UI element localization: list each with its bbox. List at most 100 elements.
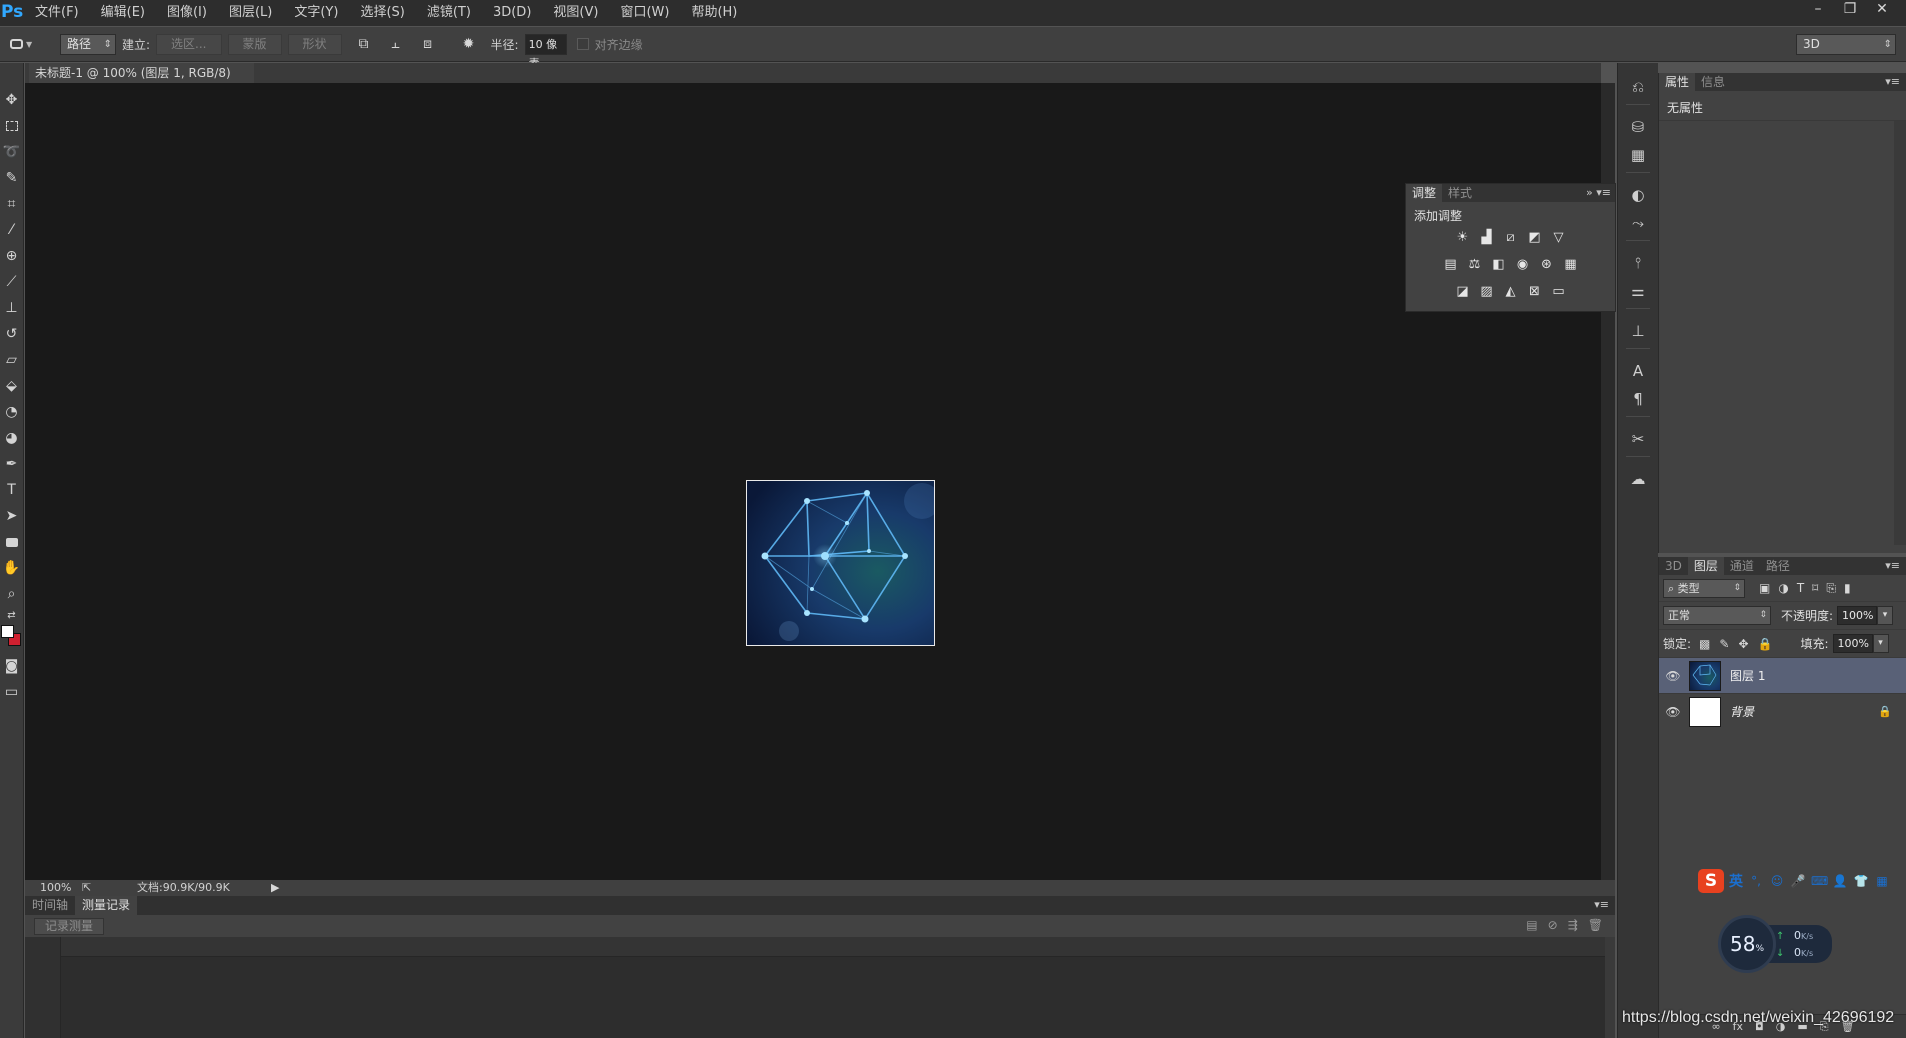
layer-name[interactable]: 图层 1 bbox=[1730, 667, 1765, 684]
styles-panel-icon[interactable]: ⤳ bbox=[1618, 209, 1658, 237]
levels-icon[interactable]: ▟ bbox=[1479, 230, 1495, 245]
trash-icon[interactable]: 🗑 bbox=[1588, 918, 1603, 932]
workspace-select[interactable]: 3D bbox=[1796, 34, 1896, 55]
tab-timeline[interactable]: 时间轴 bbox=[25, 896, 75, 915]
microphone-icon[interactable]: 🎤 bbox=[1790, 873, 1806, 889]
tab-properties[interactable]: 属性 bbox=[1659, 73, 1696, 91]
path-arrangement-icon[interactable]: ⧈ bbox=[417, 33, 439, 55]
tab-3d[interactable]: 3D bbox=[1659, 557, 1688, 575]
clone-stamp-tool-icon[interactable]: ⊥ bbox=[0, 295, 23, 321]
path-alignment-icon[interactable]: ⫠ bbox=[385, 33, 407, 55]
type-tool-icon[interactable]: T bbox=[0, 477, 23, 503]
quick-mask-icon[interactable]: ◙ bbox=[0, 653, 23, 679]
document-canvas[interactable] bbox=[746, 480, 935, 646]
foreground-color-swatch[interactable] bbox=[1, 625, 14, 638]
color-balance-icon[interactable]: ⚖ bbox=[1467, 257, 1483, 272]
history-brush-tool-icon[interactable]: ↺ bbox=[0, 321, 23, 347]
brightness-contrast-icon[interactable]: ☀ bbox=[1455, 230, 1471, 245]
layer-row-background[interactable]: 👁 背景 🔒 bbox=[1659, 693, 1906, 729]
tool-preset-picker[interactable]: ▼ bbox=[10, 39, 44, 49]
tab-paths[interactable]: 路径 bbox=[1760, 557, 1796, 575]
threshold-icon[interactable]: ◭ bbox=[1503, 284, 1519, 299]
hue-saturation-icon[interactable]: ▤ bbox=[1443, 257, 1459, 272]
quick-selection-tool-icon[interactable]: ✎ bbox=[0, 165, 23, 191]
tab-adjustments[interactable]: 调整 bbox=[1406, 184, 1443, 202]
paragraph-panel-icon[interactable]: ¶ bbox=[1618, 385, 1658, 413]
menu-3d[interactable]: 3D(D) bbox=[482, 0, 542, 26]
tool-mode-select[interactable]: 路径 bbox=[60, 33, 116, 55]
3d-panel-icon[interactable]: ⛁ bbox=[1618, 113, 1658, 141]
zoom-tool-icon[interactable]: ⌕ bbox=[0, 581, 23, 607]
document-tab[interactable]: 未标题-1 @ 100% (图层 1, RGB/8) *× bbox=[29, 63, 254, 100]
filter-type-icon[interactable]: T bbox=[1797, 581, 1804, 596]
opacity-dropdown-icon[interactable]: ▾ bbox=[1877, 606, 1894, 625]
path-operations-icon[interactable]: ⧉ bbox=[353, 33, 375, 55]
adjustments-panel-icon[interactable]: ◐ bbox=[1618, 181, 1658, 209]
history-panel-icon[interactable]: ⎌ bbox=[1618, 73, 1658, 101]
ime-language-toggle[interactable]: 英 bbox=[1729, 871, 1743, 891]
tab-layers[interactable]: 图层 bbox=[1687, 557, 1724, 575]
canvas-area[interactable] bbox=[25, 83, 1601, 880]
skin-icon[interactable]: 👕 bbox=[1853, 873, 1869, 889]
channel-mixer-icon[interactable]: ⊛ bbox=[1539, 257, 1555, 272]
eraser-tool-icon[interactable]: ▱ bbox=[0, 347, 23, 373]
fill-dropdown-icon[interactable]: ▾ bbox=[1872, 634, 1889, 653]
character-panel-icon[interactable]: A bbox=[1618, 357, 1658, 385]
color-swatches[interactable] bbox=[0, 623, 23, 653]
tab-channels[interactable]: 通道 bbox=[1724, 557, 1760, 575]
filter-pixel-icon[interactable]: ▣ bbox=[1759, 581, 1770, 596]
zoom-level[interactable]: 100% bbox=[40, 880, 71, 896]
make-selection-button[interactable]: 选区... bbox=[156, 33, 222, 55]
share-icon[interactable]: ⇱ bbox=[82, 880, 91, 896]
tab-info[interactable]: 信息 bbox=[1695, 73, 1731, 91]
layer-filter-kind-select[interactable]: ⌕ 类型 bbox=[1663, 578, 1745, 598]
pen-tool-icon[interactable]: ✒ bbox=[0, 451, 23, 477]
network-speed-widget[interactable]: ↑ 0K/s ↓ 0K/s 58% bbox=[1718, 915, 1832, 975]
lock-transparent-pixels-icon[interactable]: ▩ bbox=[1699, 637, 1710, 651]
visibility-eye-icon[interactable]: 👁 bbox=[1659, 669, 1687, 683]
tab-measurement-log[interactable]: 测量记录 bbox=[75, 896, 138, 915]
selective-color-icon[interactable]: ⊠ bbox=[1527, 284, 1543, 299]
filter-toggle-icon[interactable]: ▮ bbox=[1844, 581, 1851, 596]
color-lookup-icon[interactable]: ▦ bbox=[1563, 257, 1579, 272]
deselect-measurements-icon[interactable]: ⊘ bbox=[1548, 918, 1558, 932]
tab-styles[interactable]: 样式 bbox=[1442, 184, 1478, 202]
export-measurements-icon[interactable]: ⇶ bbox=[1568, 918, 1578, 932]
hand-tool-icon[interactable]: ✋ bbox=[0, 555, 23, 581]
panel-menu-icon[interactable]: » ▾≡ bbox=[1586, 184, 1611, 202]
layer-row-layer-1[interactable]: 👁 图层 1 bbox=[1659, 657, 1906, 693]
brush-panel-icon[interactable]: ⫯ bbox=[1618, 249, 1658, 277]
menu-window[interactable]: 窗口(W) bbox=[609, 0, 680, 26]
invert-icon[interactable]: ◪ bbox=[1455, 284, 1471, 299]
make-mask-button[interactable]: 蒙版 bbox=[227, 33, 282, 55]
marquee-tool-icon[interactable] bbox=[0, 113, 23, 139]
brush-presets-icon[interactable]: ⚌ bbox=[1618, 277, 1658, 305]
move-tool-icon[interactable]: ✥ bbox=[0, 87, 23, 113]
screen-mode-icon[interactable]: ▭ bbox=[0, 679, 23, 705]
lasso-tool-icon[interactable]: ➰ bbox=[0, 139, 23, 165]
brush-tool-icon[interactable]: ⟋ bbox=[0, 269, 23, 295]
menu-view[interactable]: 视图(V) bbox=[542, 0, 609, 26]
menu-image[interactable]: 图像(I) bbox=[156, 0, 218, 26]
sogou-logo[interactable]: S bbox=[1698, 869, 1724, 893]
close-button[interactable]: ✕ bbox=[1866, 0, 1898, 22]
menu-select[interactable]: 选择(S) bbox=[349, 0, 415, 26]
clone-source-icon[interactable]: ⊥ bbox=[1618, 317, 1658, 345]
fill-input[interactable]: 100% bbox=[1832, 634, 1873, 653]
layer-name[interactable]: 背景 bbox=[1730, 703, 1754, 720]
menu-edit[interactable]: 编辑(E) bbox=[90, 0, 156, 26]
grid-menu-icon[interactable]: ▦ bbox=[1874, 873, 1890, 889]
panel-menu-icon[interactable]: ▾≡ bbox=[1885, 73, 1900, 91]
crop-tool-icon[interactable]: ⌗ bbox=[0, 191, 23, 217]
panel-menu-icon[interactable]: ▾≡ bbox=[1885, 557, 1900, 575]
menu-layer[interactable]: 图层(L) bbox=[218, 0, 283, 26]
lock-all-icon[interactable]: 🔒 bbox=[1758, 637, 1773, 651]
exposure-icon[interactable]: ◩ bbox=[1527, 230, 1543, 245]
user-icon[interactable]: 👤 bbox=[1832, 873, 1848, 889]
select-all-measurements-icon[interactable]: ▤ bbox=[1526, 918, 1537, 932]
gradient-map-icon[interactable]: ▭ bbox=[1551, 284, 1567, 299]
paint-bucket-tool-icon[interactable]: ⬙ bbox=[0, 373, 23, 399]
visibility-eye-icon[interactable]: 👁 bbox=[1659, 705, 1687, 719]
menu-type[interactable]: 文字(Y) bbox=[283, 0, 349, 26]
record-measurements-button[interactable]: 记录测量 bbox=[34, 918, 105, 935]
